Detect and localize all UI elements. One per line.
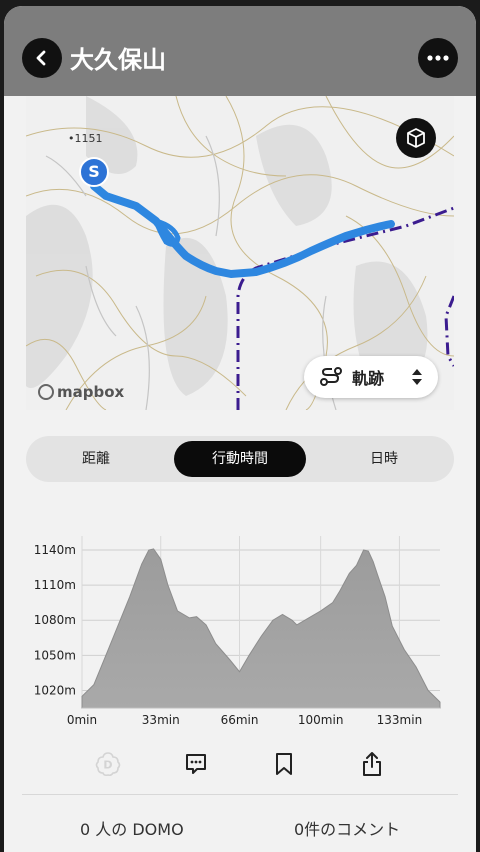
svg-text:D: D xyxy=(103,759,112,772)
start-marker: S xyxy=(79,157,109,187)
domo-button[interactable]: D xyxy=(92,748,124,780)
share-button[interactable] xyxy=(356,748,388,780)
x-tick-label: 133min xyxy=(377,713,423,726)
segment-datetime[interactable]: 日時 xyxy=(314,436,454,482)
comment-count[interactable]: 0件のコメント xyxy=(294,816,400,840)
metric-segmented-control: 距離 行動時間 日時 xyxy=(26,436,454,482)
share-icon xyxy=(363,752,381,776)
segment-distance[interactable]: 距離 xyxy=(26,436,166,482)
domo-count[interactable]: 0 人の DOMO xyxy=(80,816,184,840)
x-tick-label: 66min xyxy=(221,713,259,726)
chevron-left-icon xyxy=(36,50,46,66)
mapbox-logo-icon xyxy=(38,384,54,400)
x-tick-label: 100min xyxy=(298,713,344,726)
ellipsis-icon xyxy=(427,55,449,61)
sort-arrows-icon xyxy=(412,369,422,385)
cube-3d-icon xyxy=(407,128,425,148)
y-tick-label: 1050m xyxy=(34,648,76,662)
back-button[interactable] xyxy=(22,38,62,78)
route-icon xyxy=(320,367,342,386)
y-tick-label: 1080m xyxy=(34,613,76,627)
page-title: 大久保山 xyxy=(70,46,166,74)
3d-view-button[interactable] xyxy=(396,118,436,158)
elevation-chart: 1140m 1110m 1080m 1050m 1020m 0min 33min 66min 1… xyxy=(4,516,476,726)
divider xyxy=(22,794,458,795)
bookmark-button[interactable] xyxy=(268,748,300,780)
y-tick-label: 1110m xyxy=(34,578,76,592)
segment-active-time[interactable]: 行動時間 xyxy=(174,441,306,477)
track-toggle-button[interactable]: 軌跡 xyxy=(304,356,438,398)
elevation-label: •1151 xyxy=(68,132,103,145)
action-toolbar: D xyxy=(4,734,476,794)
track-button-label: 軌跡 xyxy=(352,369,385,388)
bookmark-icon xyxy=(276,753,292,775)
mapbox-attribution[interactable]: mapbox xyxy=(38,383,124,401)
comment-button[interactable] xyxy=(180,748,212,780)
y-tick-label: 1020m xyxy=(34,683,76,697)
mapbox-label: mapbox xyxy=(57,383,125,401)
x-tick-label: 0min xyxy=(67,713,97,726)
x-tick-label: 33min xyxy=(142,713,180,726)
comment-icon xyxy=(186,754,206,774)
y-tick-label: 1140m xyxy=(34,543,76,557)
more-button[interactable] xyxy=(418,38,458,78)
domo-icon: D xyxy=(95,752,121,777)
header-bar: 大久保山 xyxy=(4,6,476,96)
app-frame: 大久保山 •1151 S mapbox 軌跡 距離 行動時間 日時 1140m … xyxy=(4,6,476,852)
